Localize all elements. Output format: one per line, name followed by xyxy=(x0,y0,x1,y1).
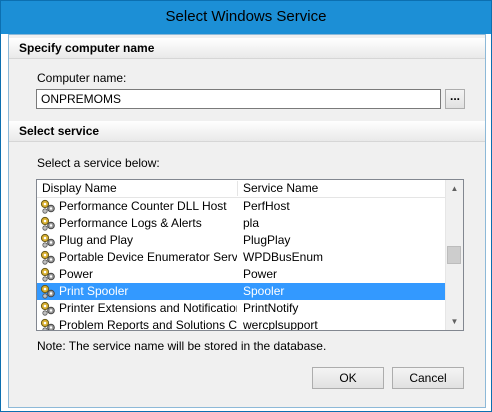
scroll-down-icon[interactable]: ▼ xyxy=(446,313,463,330)
service-list[interactable]: Display Name Service Name Performance Co… xyxy=(36,179,464,331)
service-section-header: Select service xyxy=(9,121,485,142)
scroll-up-icon[interactable]: ▲ xyxy=(446,180,463,197)
ok-button[interactable]: OK xyxy=(312,367,384,389)
service-display-name: Plug and Play xyxy=(59,233,134,247)
computer-name-input[interactable]: ONPREMOMS xyxy=(36,89,441,109)
service-display-name: Problem Reports and Solutions Con... xyxy=(59,318,237,331)
service-section-title: Select service xyxy=(19,124,100,138)
gears-icon xyxy=(40,267,56,282)
service-row[interactable]: Portable Device Enumerator Service WPDBus… xyxy=(37,249,445,266)
service-display-name: Performance Counter DLL Host xyxy=(59,199,227,213)
dialog-window: Select Windows Service Specify computer … xyxy=(0,0,492,412)
service-name: PrintNotify xyxy=(243,301,299,315)
note-text: Note: The service name will be stored in… xyxy=(37,339,327,353)
gears-icon xyxy=(40,250,56,265)
service-row[interactable]: Power Power xyxy=(37,266,445,283)
service-display-name: Portable Device Enumerator Service xyxy=(59,250,237,264)
title-bar[interactable]: Select Windows Service xyxy=(1,1,491,34)
service-row[interactable]: Problem Reports and Solutions Con... werc… xyxy=(37,317,445,331)
window-title: Select Windows Service xyxy=(165,8,327,25)
computer-name-label: Computer name: xyxy=(37,71,127,85)
cancel-button[interactable]: Cancel xyxy=(392,367,464,389)
service-row[interactable]: Printer Extensions and Notifications Prin… xyxy=(37,300,445,317)
gears-icon xyxy=(40,216,56,231)
column-display-name[interactable]: Display Name xyxy=(37,181,238,196)
gears-icon xyxy=(40,233,56,248)
service-row[interactable]: Performance Logs & Alerts pla xyxy=(37,215,445,232)
gears-icon xyxy=(40,284,56,299)
gears-icon xyxy=(40,199,56,214)
service-name: Spooler xyxy=(243,284,285,298)
computer-section-title: Specify computer name xyxy=(19,41,155,55)
service-display-name: Power xyxy=(59,267,94,281)
service-row[interactable]: Print Spooler Spooler xyxy=(37,283,445,300)
service-display-name: Print Spooler xyxy=(59,284,129,298)
gears-icon xyxy=(40,318,56,330)
service-name: PerfHost xyxy=(243,199,290,213)
column-service-name[interactable]: Service Name xyxy=(238,181,445,196)
scroll-thumb[interactable] xyxy=(447,246,461,264)
computer-section-header: Specify computer name xyxy=(9,38,485,59)
service-name: Power xyxy=(243,267,278,281)
list-rows: Performance Counter DLL Host PerfHost Perf… xyxy=(37,198,445,331)
service-instruction-label: Select a service below: xyxy=(37,156,160,170)
service-row[interactable]: Performance Counter DLL Host PerfHost xyxy=(37,198,445,215)
vertical-scrollbar[interactable]: ▲ ▼ xyxy=(445,180,463,330)
service-display-name: Performance Logs & Alerts xyxy=(59,216,202,230)
service-display-name: Printer Extensions and Notifications xyxy=(59,301,237,315)
service-name: PlugPlay xyxy=(243,233,291,247)
browse-button[interactable]: ... xyxy=(445,89,465,109)
gears-icon xyxy=(40,301,56,316)
list-header: Display Name Service Name xyxy=(37,180,445,198)
service-name: pla xyxy=(243,216,260,230)
service-row[interactable]: Plug and Play PlugPlay xyxy=(37,232,445,249)
service-name: wercplsupport xyxy=(243,318,318,331)
service-name: WPDBusEnum xyxy=(243,250,324,264)
dialog-body: Specify computer name Computer name: ONP… xyxy=(8,34,486,408)
